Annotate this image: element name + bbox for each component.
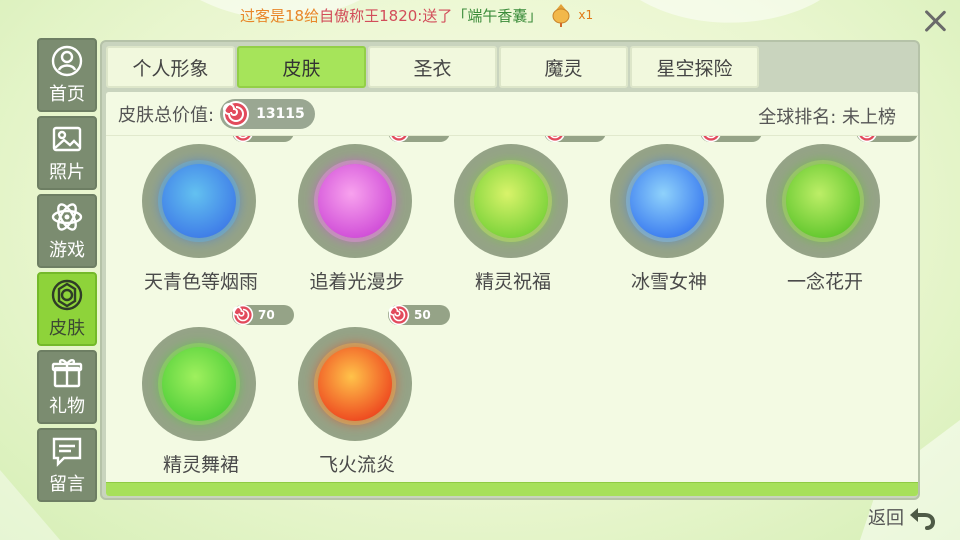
skin-orb-frame (766, 144, 880, 258)
sidebar-item-skins[interactable]: 皮肤 (37, 272, 97, 346)
skin-name: 冰雪女神 (630, 271, 707, 293)
tab-spirits[interactable]: 魔灵 (499, 46, 628, 88)
back-label: 返回 (868, 508, 904, 529)
skin-orb (162, 347, 236, 421)
global-rank: 全球排名: 未上榜 (758, 107, 896, 128)
tab-holy-cloth[interactable]: 圣衣 (368, 46, 497, 88)
skin-price-badge: 50 (388, 304, 450, 326)
tab-bar: 个人形象 皮肤 圣衣 魔灵 星空探险 (106, 46, 761, 88)
sidebar-item-photos[interactable]: 照片 (37, 116, 97, 190)
close-icon[interactable] (920, 6, 950, 36)
tab-skins[interactable]: 皮肤 (237, 46, 366, 88)
candy-icon (232, 304, 254, 326)
skin-card[interactable]: 50 飞火流炎 (274, 270, 450, 476)
skin-value-pill: 13115 (220, 98, 315, 129)
skin-orb-frame (610, 144, 724, 258)
skin-name: 一念花开 (786, 271, 863, 293)
banner-receiver: 自傲称王1820: (319, 6, 423, 25)
skin-name: 精灵祝福 (474, 271, 551, 293)
photo-icon (52, 126, 82, 152)
banner-gift-count: x1 (578, 8, 594, 22)
user-icon (51, 45, 83, 77)
candy-icon (388, 304, 410, 326)
skin-name: 精灵舞裙 (162, 454, 239, 476)
skin-icon (51, 279, 83, 311)
banner-gift-name: 「端午香囊」 (452, 6, 543, 25)
skin-price: 50 (414, 308, 431, 322)
message-icon (52, 437, 82, 467)
skin-orb (786, 164, 860, 238)
skin-price: 70 (258, 308, 275, 322)
sidebar-item-label: 礼物 (49, 396, 85, 417)
atom-icon (51, 203, 83, 231)
skin-orb (318, 164, 392, 238)
skin-value-label: 皮肤总价值: (118, 104, 215, 126)
skin-name: 飞火流炎 (318, 454, 395, 476)
skin-card[interactable]: 70 精灵舞裙 (118, 270, 294, 476)
banner-action: 送了 (422, 6, 453, 25)
banner-sender: 过客是18 (240, 6, 305, 25)
sidebar-item-label: 皮肤 (49, 318, 85, 339)
skin-orb-frame (454, 144, 568, 258)
sidebar-item-messages[interactable]: 留言 (37, 428, 97, 502)
sidebar-item-games[interactable]: 游戏 (37, 194, 97, 268)
sidebar-item-home[interactable]: 首页 (37, 38, 97, 112)
sachet-icon (552, 4, 570, 27)
skin-orb-frame (142, 327, 256, 441)
skin-orb (162, 164, 236, 238)
sidebar-item-label: 留言 (49, 474, 85, 495)
sidebar-item-label: 照片 (49, 162, 85, 183)
back-button[interactable]: 返回 (868, 504, 936, 530)
main-panel: 个人形象 皮肤 圣衣 魔灵 星空探险 皮肤总价值: 13115 全球排名: 未上… (100, 40, 920, 500)
tab-profile[interactable]: 个人形象 (106, 46, 235, 88)
tab-star-exploration[interactable]: 星空探险 (630, 46, 759, 88)
sidebar: 首页 照片 游戏 皮肤 礼物 留言 (37, 38, 97, 506)
sidebar-item-label: 首页 (49, 84, 85, 105)
sidebar-item-label: 游戏 (49, 240, 85, 261)
sidebar-item-gifts[interactable]: 礼物 (37, 350, 97, 424)
skin-orb (474, 164, 548, 238)
skin-value-bar: 皮肤总价值: 13115 全球排名: 未上榜 (106, 92, 918, 136)
skin-value-amount: 13115 (256, 105, 305, 122)
skin-orb-frame (298, 327, 412, 441)
skin-orb (630, 164, 704, 238)
candy-icon (223, 100, 250, 127)
gift-icon (51, 359, 83, 388)
banner-conjunction: 给 (304, 6, 320, 25)
skins-content[interactable]: 皮肤总价值: 13115 全球排名: 未上榜 200天青色等烟雨200追着光漫步… (106, 92, 918, 496)
back-arrow-icon (910, 508, 936, 530)
gift-broadcast-banner: 过客是18 给 自傲称王1820: 送了 「端午香囊」 x1 (240, 0, 710, 30)
skin-orb (318, 347, 392, 421)
skin-orb-frame (298, 144, 412, 258)
skin-orb-frame (142, 144, 256, 258)
bottom-section-strip (106, 482, 918, 496)
